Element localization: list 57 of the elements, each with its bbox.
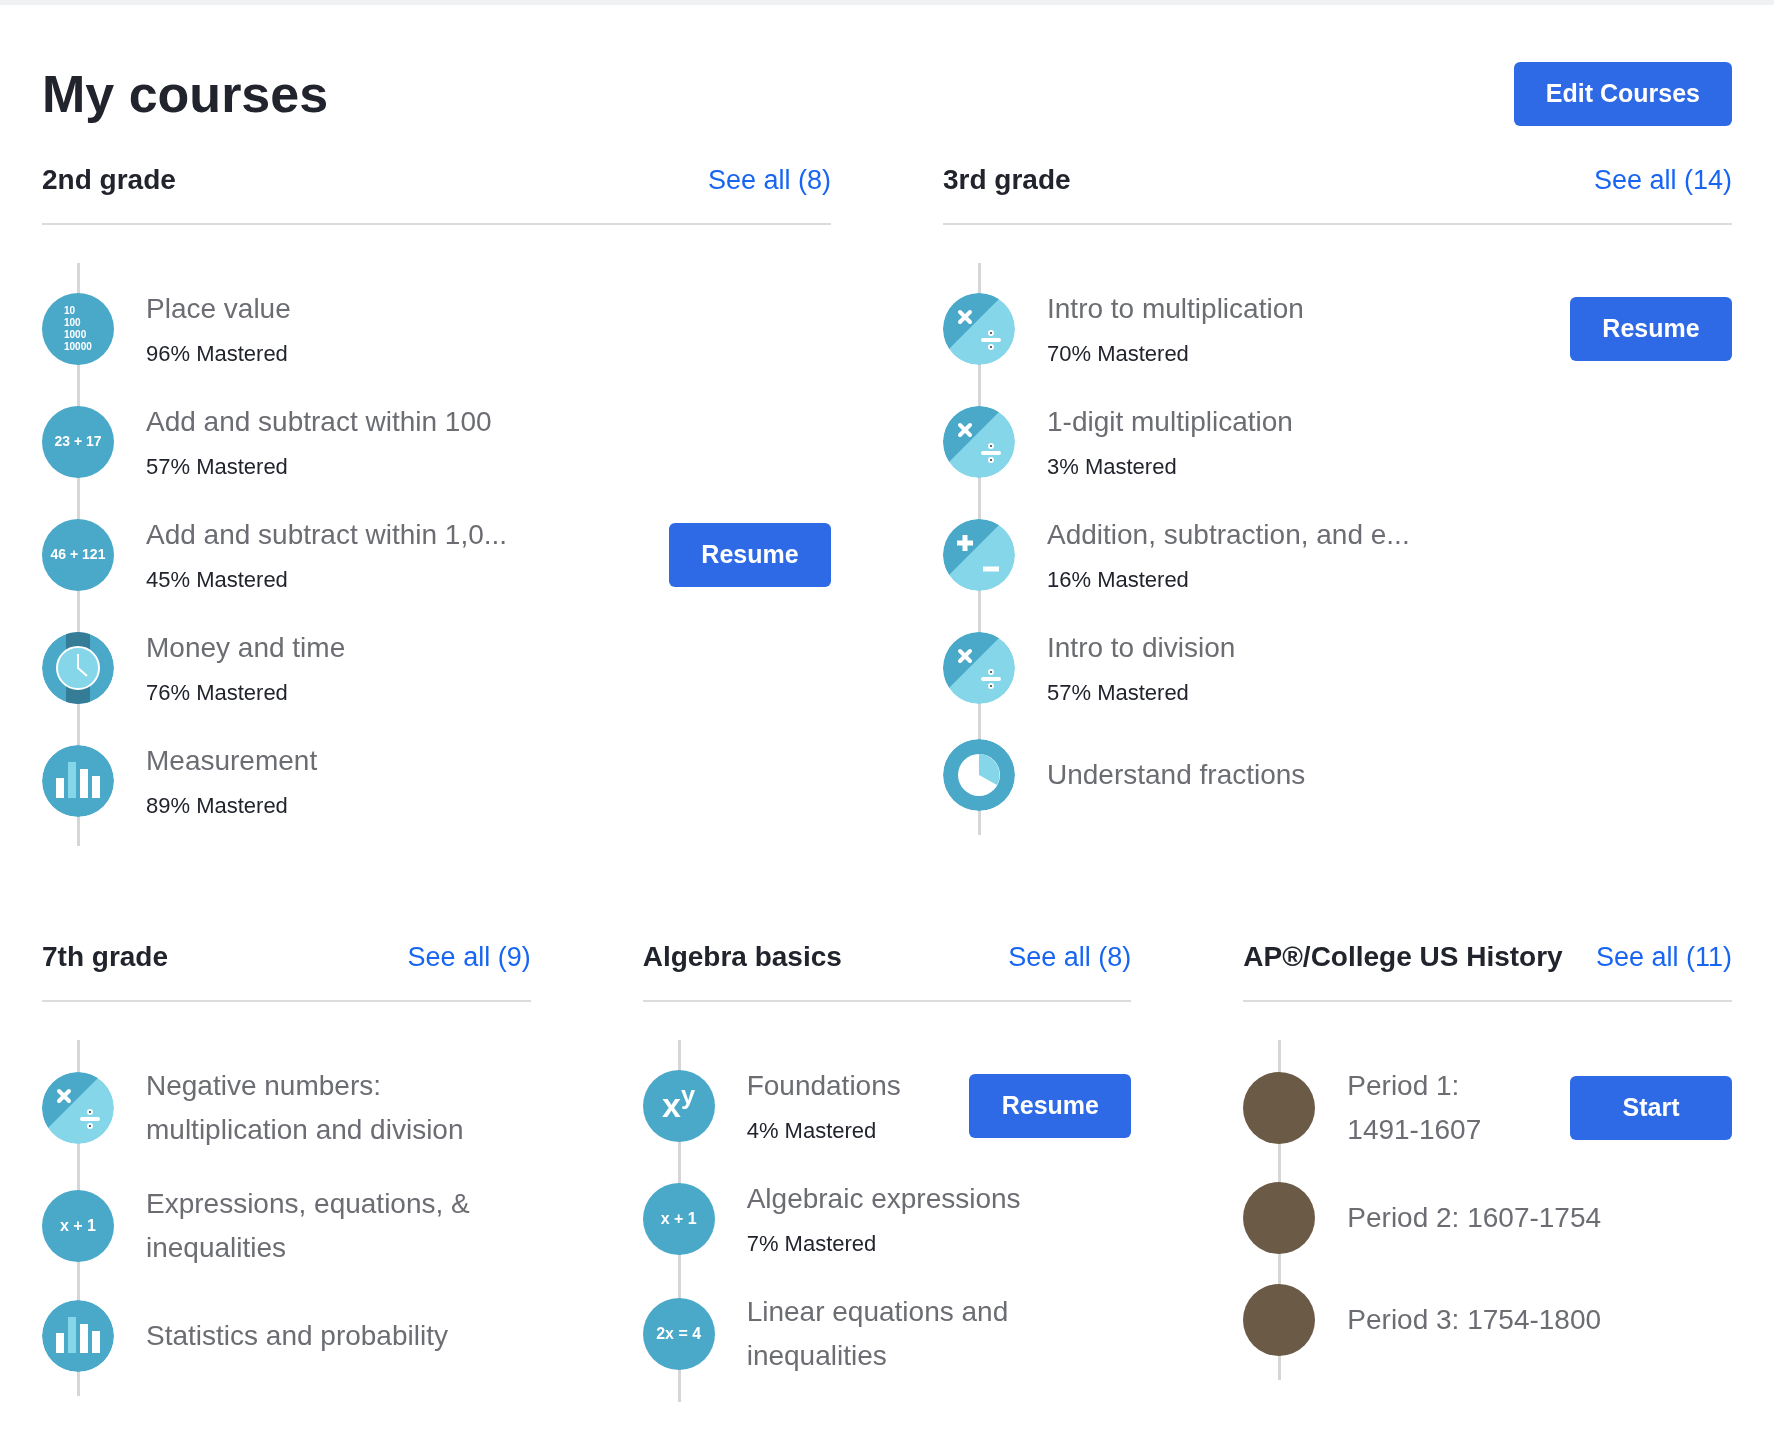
mastery-text: 89% Mastered: [146, 792, 289, 820]
mastery-text: 76% Mastered: [146, 679, 289, 707]
bar-chart-icon: [42, 744, 114, 817]
mastery-text: 3% Mastered: [1047, 453, 1178, 481]
bar-chart-icon: [42, 1300, 114, 1372]
course-heading: Algebra basics: [642, 940, 842, 974]
see-all-link[interactable]: See all (8): [707, 159, 831, 201]
mastery-text: 45% Mastered: [146, 566, 289, 594]
mastery-text: 96% Mastered: [146, 340, 289, 368]
course-icon: x + 1: [642, 1182, 715, 1255]
mastery-text: 7% Mastered: [746, 1230, 878, 1258]
action-button[interactable]: Resume: [669, 522, 831, 587]
mastery-text: 70% Mastered: [1047, 340, 1190, 368]
see-all-link[interactable]: See all (9): [407, 936, 531, 978]
see-all-link[interactable]: See all (11): [1595, 936, 1732, 978]
mastery-text: 57% Mastered: [1047, 679, 1190, 707]
unit-title[interactable]: Foundations: [746, 1064, 938, 1108]
course-icon: x$^{y}$: [642, 1069, 715, 1142]
course-icon: 2x = 4: [642, 1298, 715, 1370]
page-title: My courses: [42, 64, 329, 125]
edit-courses-button[interactable]: Edit Courses: [1513, 62, 1732, 126]
see-all-link[interactable]: See all (8): [1008, 936, 1132, 978]
unit-title[interactable]: Measurement: [146, 739, 831, 783]
course-icon: 23 + 17: [42, 405, 114, 478]
course-icon: 10 100 1000 10000: [42, 292, 114, 365]
unit-title[interactable]: Intro to division: [1047, 626, 1732, 670]
unit-title[interactable]: Add and subtract within 100: [146, 400, 831, 444]
unit-title[interactable]: Intro to multiplication: [1047, 287, 1538, 331]
unit-title[interactable]: Place value: [146, 287, 831, 331]
pie-icon: [943, 739, 1015, 811]
action-button[interactable]: Resume: [1570, 296, 1732, 361]
mastery-text: 57% Mastered: [146, 453, 289, 481]
course-heading: 7th grade: [42, 940, 169, 974]
course-heading: AP®/College US History: [1243, 940, 1563, 974]
course-icon: x + 1: [42, 1190, 114, 1262]
clock-icon: [42, 631, 114, 704]
unit-title[interactable]: Add and subtract within 1,0...: [146, 513, 637, 557]
unit-title[interactable]: 1-digit multiplication: [1047, 400, 1732, 444]
unit-title[interactable]: Understand fractions: [1047, 753, 1732, 797]
unit-title[interactable]: Linear equations and inequalities: [746, 1290, 1132, 1378]
unit-title[interactable]: Negative numbers: multiplication and division: [146, 1064, 531, 1152]
unit-title[interactable]: Money and time: [146, 626, 831, 670]
unit-title[interactable]: Statistics and probability: [146, 1314, 531, 1358]
course-icon: 46 + 121: [42, 518, 114, 591]
see-all-link[interactable]: See all (14): [1593, 159, 1732, 201]
unit-title[interactable]: Expressions, equations, & inequalities: [146, 1182, 531, 1270]
unit-title[interactable]: Period 2: 1607-1754: [1347, 1196, 1732, 1240]
unit-title[interactable]: Period 3: 1754-1800: [1347, 1298, 1732, 1342]
course-heading: 2nd grade: [42, 163, 176, 197]
mastery-text: 16% Mastered: [1047, 566, 1190, 594]
unit-title[interactable]: Addition, subtraction, and e...: [1047, 513, 1732, 557]
unit-title[interactable]: Period 1: 1491-1607: [1347, 1064, 1538, 1152]
unit-title[interactable]: Algebraic expressions: [746, 1177, 1132, 1221]
course-heading: 3rd grade: [943, 163, 1071, 197]
mastery-text: 4% Mastered: [746, 1117, 878, 1145]
action-button[interactable]: Start: [1570, 1076, 1732, 1140]
action-button[interactable]: Resume: [969, 1073, 1132, 1138]
